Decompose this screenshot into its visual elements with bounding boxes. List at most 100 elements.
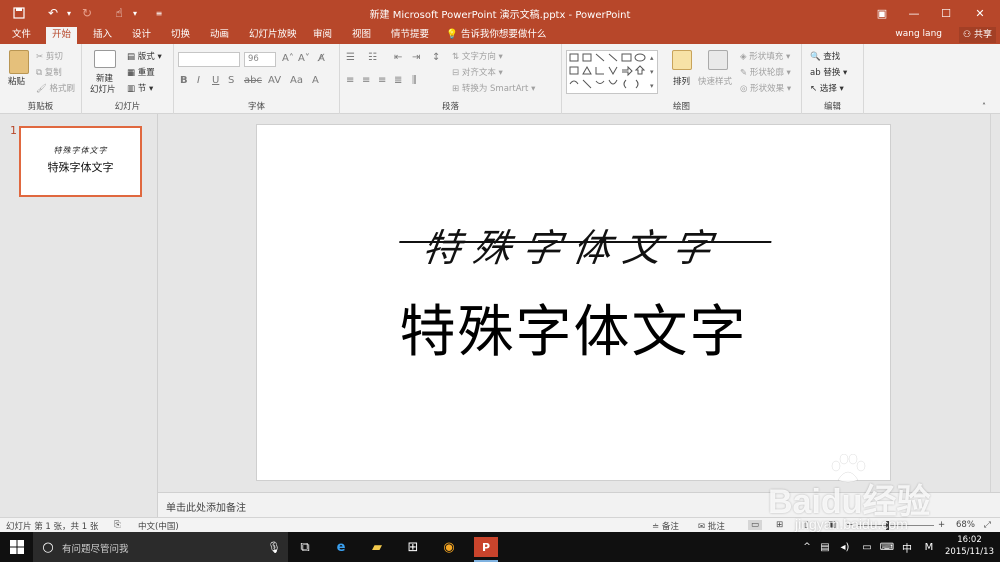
- normal-view-icon[interactable]: ▭: [748, 520, 763, 530]
- cortana-search-box[interactable]: ○ 有问题尽管问我 🎙: [33, 532, 288, 562]
- align-right-icon[interactable]: ≡: [378, 75, 386, 86]
- zoom-slider-thumb[interactable]: [886, 521, 889, 530]
- align-text-button[interactable]: ⊟ 对齐文本 ▾: [452, 66, 503, 78]
- notes-pane[interactable]: 单击此处添加备注: [158, 492, 1000, 517]
- bold-icon[interactable]: B: [180, 75, 188, 86]
- bullets-icon[interactable]: ☰: [346, 52, 355, 63]
- comments-button[interactable]: ✉ 批注: [698, 520, 725, 532]
- tab-design[interactable]: 设计: [126, 27, 157, 44]
- zoom-out-icon[interactable]: −: [846, 520, 853, 530]
- tab-file[interactable]: 文件: [6, 27, 37, 44]
- font-color-icon[interactable]: A: [312, 75, 319, 86]
- slide-sorter-icon[interactable]: ⊞: [776, 520, 783, 530]
- paste-icon[interactable]: [9, 50, 29, 74]
- network-icon[interactable]: ▤: [814, 537, 836, 557]
- tab-insert[interactable]: 插入: [87, 27, 118, 44]
- replace-button[interactable]: ab 替换 ▾: [810, 66, 847, 78]
- underline-icon[interactable]: U: [212, 75, 219, 86]
- windows-start-icon[interactable]: [6, 537, 28, 557]
- italic-icon[interactable]: I: [197, 75, 200, 86]
- shrink-font-icon[interactable]: A˅: [298, 53, 310, 64]
- slide-text-line2[interactable]: 特殊字体文字: [257, 287, 890, 368]
- powerpoint-taskbar-icon[interactable]: P: [474, 537, 498, 557]
- font-name-field[interactable]: [178, 52, 240, 67]
- clear-format-icon[interactable]: A̸: [318, 53, 325, 64]
- tab-storyboarding[interactable]: 情节提要: [385, 27, 435, 44]
- edge-icon[interactable]: e: [330, 537, 352, 557]
- justify-icon[interactable]: ≣: [394, 75, 402, 86]
- slideshow-icon[interactable]: ▣: [828, 520, 836, 530]
- ime-indicator[interactable]: 中: [896, 537, 918, 557]
- volume-icon[interactable]: ◂): [834, 537, 856, 557]
- slide-canvas[interactable]: 特殊字体文字 特殊字体文字: [256, 124, 891, 481]
- ribbon-display-options-icon[interactable]: ▣: [868, 3, 896, 23]
- collapse-ribbon-icon[interactable]: ˄: [982, 102, 986, 111]
- fit-to-window-icon[interactable]: ⤢: [984, 520, 991, 530]
- language[interactable]: 中文(中国): [138, 520, 179, 532]
- spellcheck-icon[interactable]: ⎘: [114, 520, 121, 530]
- tab-view[interactable]: 视图: [346, 27, 377, 44]
- arrange-button[interactable]: 排列: [673, 75, 690, 87]
- tab-animations[interactable]: 动画: [204, 27, 235, 44]
- notes-button[interactable]: ≐ 备注: [652, 520, 679, 532]
- shape-fill-button[interactable]: ◈ 形状填充 ▾: [740, 50, 790, 62]
- ime-mode-icon[interactable]: M: [918, 537, 940, 557]
- columns-icon[interactable]: ⫼: [412, 75, 417, 86]
- new-slide-icon[interactable]: [94, 50, 116, 68]
- text-direction-button[interactable]: ⇅ 文字方向 ▾: [452, 50, 503, 62]
- grow-font-icon[interactable]: A˄: [282, 53, 294, 64]
- slide-thumbnail[interactable]: 特殊字体文字 特殊字体文字: [19, 126, 142, 197]
- quick-styles-button[interactable]: 快速样式: [698, 75, 732, 87]
- file-explorer-icon[interactable]: ▰: [366, 537, 388, 557]
- zoom-level[interactable]: 68%: [956, 520, 975, 530]
- cut-button[interactable]: ✂ 剪切: [36, 50, 63, 62]
- tab-home[interactable]: 开始: [46, 27, 78, 44]
- minimize-icon[interactable]: —: [900, 3, 928, 23]
- arrange-icon[interactable]: [672, 50, 692, 70]
- reset-button[interactable]: ▦ 重置: [127, 66, 155, 78]
- change-case-icon[interactable]: Aa: [290, 75, 303, 86]
- strikethrough-icon[interactable]: abc: [244, 75, 262, 86]
- font-size-field[interactable]: 96: [244, 52, 276, 67]
- action-center-icon[interactable]: ▭: [856, 537, 878, 557]
- paste-button[interactable]: 粘贴: [8, 75, 25, 87]
- copy-button[interactable]: ⧉ 复制: [36, 66, 62, 78]
- decrease-indent-icon[interactable]: ⇤: [394, 52, 402, 63]
- clock[interactable]: 16:02 2015/11/13: [945, 534, 994, 558]
- increase-indent-icon[interactable]: ⇥: [412, 52, 420, 63]
- format-painter-button[interactable]: 🖌 格式刷: [36, 82, 75, 94]
- line-spacing-icon[interactable]: ↕: [432, 52, 440, 63]
- paint-icon[interactable]: ◉: [438, 537, 460, 557]
- align-left-icon[interactable]: ≡: [346, 75, 354, 86]
- vertical-scrollbar[interactable]: [990, 114, 1000, 492]
- convert-smartart-button[interactable]: ⊞ 转换为 SmartArt ▾: [452, 82, 535, 94]
- store-icon[interactable]: ⊞: [402, 537, 424, 557]
- find-button[interactable]: 🔍 查找: [810, 50, 840, 62]
- zoom-slider[interactable]: [858, 525, 934, 526]
- task-view-icon[interactable]: ⧉: [294, 537, 316, 557]
- select-button[interactable]: ↖ 选择 ▾: [810, 82, 844, 94]
- spacing-icon[interactable]: AV: [268, 75, 281, 86]
- shapes-gallery[interactable]: ▴ ▾ ▾: [566, 50, 658, 94]
- close-icon[interactable]: ✕: [966, 3, 994, 23]
- shape-effects-button[interactable]: ◎ 形状效果 ▾: [740, 82, 791, 94]
- user-name[interactable]: wang lang: [895, 29, 942, 39]
- align-center-icon[interactable]: ≡: [362, 75, 370, 86]
- section-button[interactable]: ▥ 节 ▾: [127, 82, 153, 94]
- slide-text-line1[interactable]: 特殊字体文字: [253, 217, 894, 272]
- tab-transitions[interactable]: 切换: [165, 27, 196, 44]
- shape-outline-button[interactable]: ✎ 形状轮廓 ▾: [740, 66, 791, 78]
- reading-view-icon[interactable]: ▯: [804, 520, 809, 530]
- microphone-icon[interactable]: 🎙: [263, 537, 285, 557]
- tab-slideshow[interactable]: 幻灯片放映: [243, 27, 303, 44]
- zoom-in-icon[interactable]: +: [938, 520, 945, 530]
- quick-styles-icon[interactable]: [708, 50, 728, 70]
- layout-button[interactable]: ▤ 版式 ▾: [127, 50, 162, 62]
- maximize-icon[interactable]: ☐: [932, 3, 960, 23]
- tell-me-box[interactable]: 💡 告诉我你想要做什么: [440, 27, 552, 44]
- numbering-icon[interactable]: ☷: [368, 52, 377, 63]
- share-button[interactable]: ⚇ 共享: [959, 27, 996, 43]
- keyboard-icon[interactable]: ⌨: [876, 537, 898, 557]
- new-slide-button-2[interactable]: 幻灯片: [90, 83, 116, 95]
- tab-review[interactable]: 审阅: [307, 27, 338, 44]
